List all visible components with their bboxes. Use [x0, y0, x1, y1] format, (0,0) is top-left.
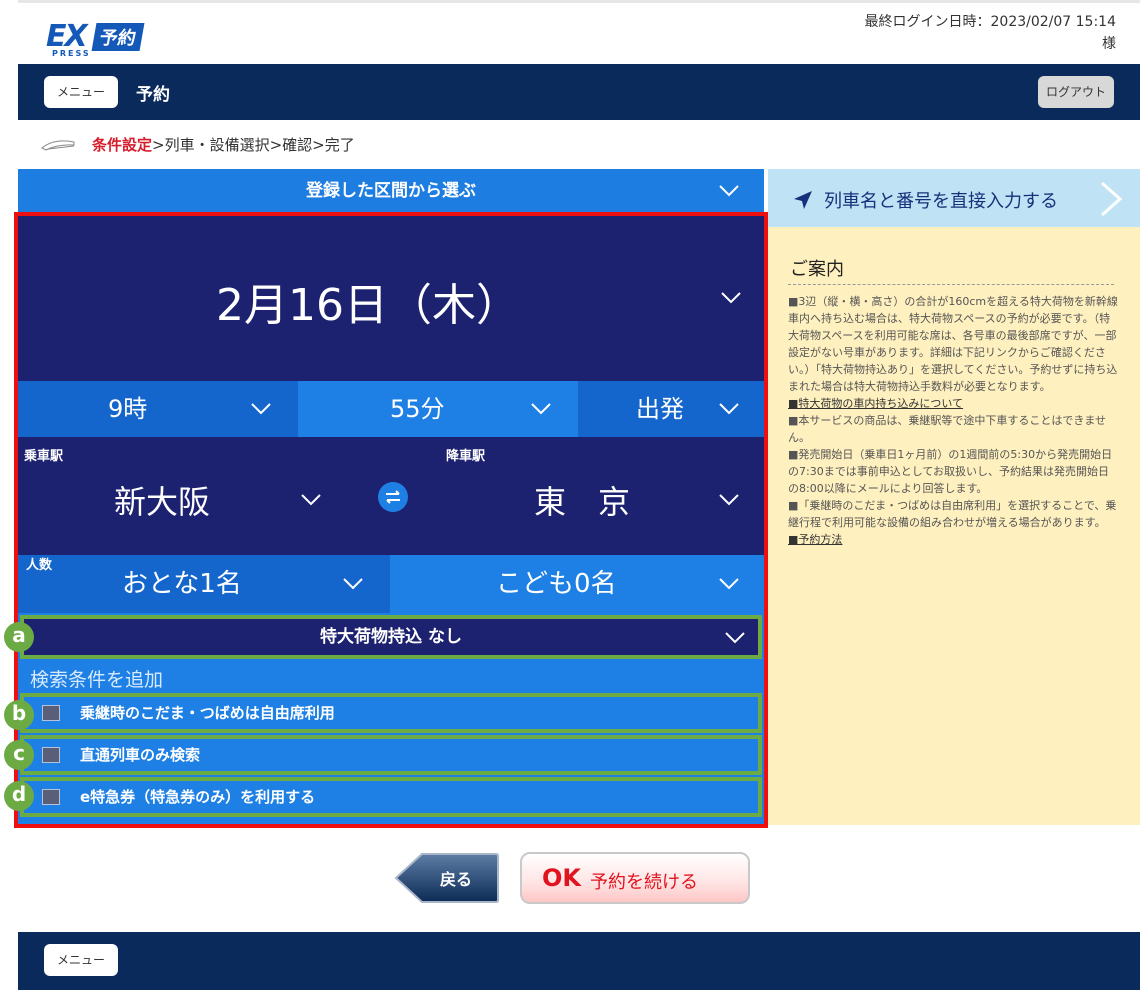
children-select[interactable]: こども0名: [390, 555, 764, 613]
baggage-value: 特大荷物持込 なし: [320, 627, 462, 647]
last-login-text: 最終ログイン日時：2023/02/07 15:14: [864, 14, 1117, 30]
logo-press-text: PRESS: [52, 49, 91, 58]
chevron-down-icon: [720, 291, 742, 305]
notice-divider: [788, 284, 1114, 285]
notice-paragraph: ■本サービスの商品は、乗継駅等で途中下車することはできません。: [788, 414, 1107, 444]
user-suffix: 様: [1102, 36, 1116, 52]
departure-arrival-select[interactable]: 出発: [578, 381, 764, 437]
notice-paragraph: ■発売開始日（乗車日1ヶ月前）の1週間前の5:30から発売開始日の7:30までは…: [788, 448, 1113, 495]
chevron-down-icon: [300, 493, 322, 507]
continue-reservation-label: 予約を続ける: [590, 872, 698, 893]
from-station-value: 新大阪: [114, 483, 211, 521]
oversized-baggage-select[interactable]: 特大荷物持込 なし: [20, 615, 762, 659]
minute-value: 55分: [390, 395, 445, 423]
chevron-down-icon: [718, 184, 740, 198]
children-value: こども0名: [496, 569, 617, 599]
chevron-down-icon: [342, 577, 364, 591]
option-checkbox[interactable]: [42, 705, 60, 721]
top-header: EX 予約 PRESS 最終ログイン日時：2023/02/07 15:14 様: [18, 0, 1140, 64]
footer-bar: メニュー: [18, 932, 1140, 990]
menu-button[interactable]: メニュー: [44, 76, 118, 108]
swap-stations-icon[interactable]: [378, 482, 408, 512]
date-value: 2月16日（木）: [216, 280, 520, 331]
hour-select[interactable]: 9時: [18, 381, 298, 437]
annotation-badge-b: b: [4, 700, 34, 730]
ok-mark: OK: [542, 864, 581, 892]
option-label: 乗継時のこだま・つばめは自由席利用: [80, 704, 335, 722]
chevron-down-icon: [530, 402, 552, 416]
logo-yoyaku-text: 予約: [91, 23, 145, 51]
station-row: 乗車駅 新大阪 降車駅 東 京: [18, 437, 764, 555]
to-station-select[interactable]: 東 京: [424, 437, 764, 555]
direct-input-label: 列車名と番号を直接入力する: [824, 191, 1058, 212]
option-e-express-ticket[interactable]: e特急券（特急券のみ）を利用する: [20, 777, 762, 817]
back-button-label: 戻る: [440, 870, 473, 889]
nav-bar: メニュー 予約 ログアウト: [18, 64, 1140, 120]
chevron-down-icon: [718, 493, 740, 507]
option-checkbox[interactable]: [42, 747, 60, 763]
back-button[interactable]: 戻る: [394, 852, 500, 904]
how-to-reserve-link[interactable]: ■予約方法: [788, 531, 1118, 548]
notice-paragraph: ■3辺（縦・横・高さ）の合計が160cmを超える特大荷物を新幹線車内へ持ち込む場…: [788, 295, 1118, 393]
chevron-down-icon: [718, 577, 740, 591]
adults-select[interactable]: 人数 おとな1名: [18, 555, 390, 613]
search-form: 2月16日（木） 9時 55分 出発 乗車駅 新大阪 降車駅 東 京 人数 おと…: [18, 213, 764, 825]
from-station-select[interactable]: 新大阪: [18, 437, 358, 555]
breadcrumb-active-step: 条件設定: [92, 135, 153, 154]
continue-reservation-button[interactable]: OK 予約を続ける: [520, 852, 750, 904]
adults-value: おとな1名: [122, 569, 242, 599]
people-label: 人数: [26, 558, 53, 573]
login-info: 最終ログイン日時：2023/02/07 15:14 様: [865, 11, 1117, 55]
registered-route-select[interactable]: 登録した区間から選ぶ: [18, 169, 764, 213]
option-label: 直通列車のみ検索: [80, 746, 201, 764]
annotation-badge-a: a: [4, 622, 34, 652]
right-column: 列車名と番号を直接入力する ご案内 ■3辺（縦・横・高さ）の合計が160cmを超…: [768, 169, 1140, 825]
notice-body: ■3辺（縦・横・高さ）の合計が160cmを超える特大荷物を新幹線車内へ持ち込む場…: [788, 293, 1118, 548]
registered-route-label: 登録した区間から選ぶ: [306, 181, 476, 201]
ex-press-logo[interactable]: EX 予約 PRESS: [46, 19, 170, 59]
chevron-down-icon: [718, 402, 740, 416]
option-checkbox[interactable]: [42, 789, 60, 805]
notice-paragraph: ■「乗継時のこだま・つばめは自由席利用」を選択することで、乗継行程で利用可能な設…: [788, 499, 1117, 529]
navigation-arrow-icon: [794, 191, 812, 209]
page-title: 予約: [136, 85, 170, 105]
notice-title: ご案内: [790, 259, 844, 280]
add-search-conditions-heading: 検索条件を追加: [30, 669, 164, 691]
people-row: 人数 おとな1名 こども0名: [18, 555, 764, 613]
annotation-badge-d: d: [4, 781, 34, 811]
baggage-info-link[interactable]: ■特大荷物の車内持ち込みについて: [788, 395, 1118, 412]
direct-train-input-link[interactable]: 列車名と番号を直接入力する: [768, 169, 1140, 227]
footer-menu-button[interactable]: メニュー: [44, 944, 118, 976]
logout-button[interactable]: ログアウト: [1038, 76, 1114, 108]
breadcrumb: 条件設定 >列車・設備選択>確認>完了: [40, 130, 355, 158]
chevron-down-icon: [724, 631, 746, 645]
to-station-value: 東 京: [534, 483, 631, 521]
option-direct-trains-only[interactable]: 直通列車のみ検索: [20, 735, 762, 775]
option-label: e特急券（特急券のみ）を利用する: [80, 788, 316, 806]
time-type-value: 出発: [636, 395, 684, 423]
minute-select[interactable]: 55分: [298, 381, 578, 437]
date-select[interactable]: 2月16日（木）: [18, 213, 764, 381]
chevron-down-icon: [250, 402, 272, 416]
chevron-right-icon: [1101, 181, 1123, 217]
annotation-badge-c: c: [4, 740, 34, 770]
breadcrumb-remaining-steps: >列車・設備選択>確認>完了: [152, 135, 355, 154]
option-local-train-non-reserved[interactable]: 乗継時のこだま・つばめは自由席利用: [20, 693, 762, 733]
shinkansen-icon: [41, 140, 75, 151]
time-row: 9時 55分 出発: [18, 381, 764, 437]
hour-value: 9時: [108, 395, 148, 423]
